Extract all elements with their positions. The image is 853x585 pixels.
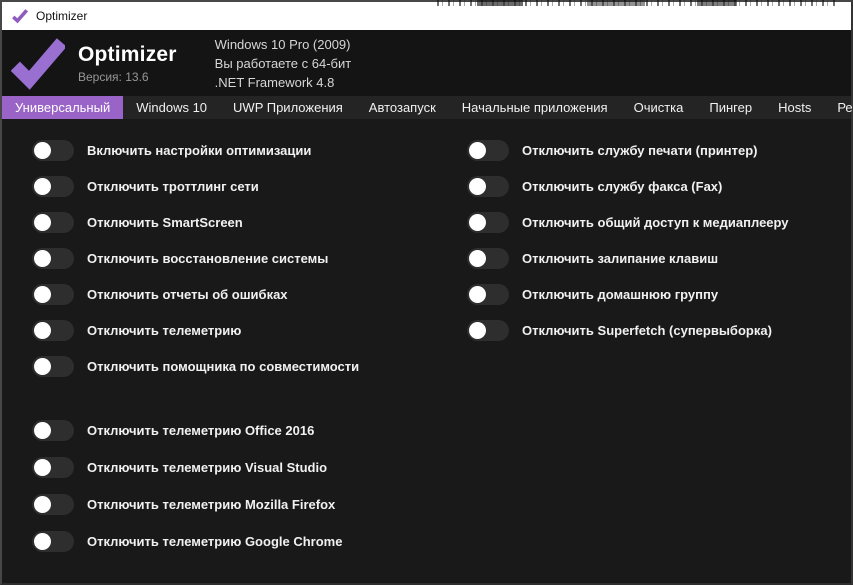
toggle-label: Отключить телеметрию Office 2016 — [87, 423, 314, 438]
tab-автозапуск[interactable]: Автозапуск — [356, 96, 449, 119]
toggle-knob — [34, 422, 51, 439]
toggles-right-column: Отключить службу печати (принтер) Отключ… — [467, 132, 851, 583]
toggle-knob — [469, 142, 486, 159]
toggle-row: Отключить телеметрию — [32, 312, 467, 348]
toggle-label: Отключить телеметрию Google Chrome — [87, 534, 342, 549]
toggle-switch[interactable] — [32, 140, 74, 161]
optimizer-window: Optimizer Optimizer Версия: 13.6 Windows… — [0, 0, 853, 585]
toggle-row: Отключить телеметрию Google Chrome — [32, 523, 467, 560]
toggle-label: Отключить SmartScreen — [87, 215, 243, 230]
system-info-os: Windows 10 Pro (2009) — [215, 35, 352, 54]
toggle-label: Отключить Superfetch (супервыборка) — [522, 323, 772, 338]
system-info: Windows 10 Pro (2009) Вы работаете с 64-… — [215, 35, 352, 92]
toggle-row: Отключить службу печати (принтер) — [467, 132, 851, 168]
toggle-row: Отключить троттлинг сети — [32, 168, 467, 204]
toggle-switch[interactable] — [32, 176, 74, 197]
toggle-switch[interactable] — [32, 494, 74, 515]
optimizer-logo-icon — [11, 36, 65, 90]
toggle-switch[interactable] — [467, 284, 509, 305]
titlebar[interactable]: Optimizer — [2, 2, 851, 30]
toggle-switch[interactable] — [32, 531, 74, 552]
toggle-switch[interactable] — [32, 212, 74, 233]
app-header: Optimizer Версия: 13.6 Windows 10 Pro (2… — [2, 30, 851, 96]
toggle-row: Отключить Superfetch (супервыборка) — [467, 312, 851, 348]
toggle-label: Отключить общий доступ к медиаплееру — [522, 215, 789, 230]
toggle-switch[interactable] — [32, 420, 74, 441]
toggle-knob — [34, 286, 51, 303]
toggle-switch[interactable] — [467, 212, 509, 233]
tab-bar: УниверсальныйWindows 10UWP ПриложенияАвт… — [2, 96, 851, 119]
toggles-left-column: Включить настройки оптимизации Отключить… — [2, 132, 467, 583]
toggle-row: Отключить общий доступ к медиаплееру — [467, 204, 851, 240]
toggle-row: Отключить телеметрию Visual Studio — [32, 449, 467, 486]
toggle-label: Отключить телеметрию Visual Studio — [87, 460, 327, 475]
app-name: Optimizer — [78, 43, 177, 67]
app-check-icon — [12, 8, 28, 24]
toggle-knob — [469, 286, 486, 303]
toggle-label: Отключить отчеты об ошибках — [87, 287, 288, 302]
toggle-row: Отключить телеметрию Office 2016 — [32, 412, 467, 449]
content-area: Включить настройки оптимизации Отключить… — [2, 119, 851, 583]
tab-windows-10[interactable]: Windows 10 — [123, 96, 220, 119]
toggle-row: Отключить помощника по совместимости — [32, 348, 467, 384]
toggle-label: Включить настройки оптимизации — [87, 143, 311, 158]
toggle-knob — [34, 358, 51, 375]
toggle-label: Отключить домашнюю группу — [522, 287, 718, 302]
toggle-switch[interactable] — [467, 140, 509, 161]
toggle-knob — [469, 250, 486, 267]
toggle-switch[interactable] — [32, 320, 74, 341]
toggle-row: Отключить телеметрию Mozilla Firefox — [32, 486, 467, 523]
toggle-row: Отключить отчеты об ошибках — [32, 276, 467, 312]
tab-реестр[interactable]: Реестр — [824, 96, 853, 119]
toggle-knob — [34, 533, 51, 550]
toggle-knob — [34, 214, 51, 231]
toggle-switch[interactable] — [32, 248, 74, 269]
tab-универсальный[interactable]: Универсальный — [2, 96, 123, 119]
toggle-label: Отключить восстановление системы — [87, 251, 328, 266]
toggle-row: Отключить домашнюю группу — [467, 276, 851, 312]
toggle-row: Отключить восстановление системы — [32, 240, 467, 276]
toggle-label: Отключить троттлинг сети — [87, 179, 259, 194]
group-gap — [32, 384, 467, 412]
tab-очистка[interactable]: Очистка — [621, 96, 697, 119]
toggle-knob — [469, 178, 486, 195]
toggle-label: Отключить службу факса (Fax) — [522, 179, 722, 194]
toggle-switch[interactable] — [32, 457, 74, 478]
toggle-knob — [34, 322, 51, 339]
toggle-knob — [34, 178, 51, 195]
toggle-knob — [34, 496, 51, 513]
toggle-switch[interactable] — [32, 284, 74, 305]
system-info-arch: Вы работаете с 64-бит — [215, 54, 352, 73]
toggle-knob — [469, 322, 486, 339]
clipped-background-window-artifact — [437, 0, 837, 6]
toggle-label: Отключить телеметрию Mozilla Firefox — [87, 497, 335, 512]
app-version: Версия: 13.6 — [78, 70, 177, 84]
tab-пингер[interactable]: Пингер — [696, 96, 765, 119]
toggle-label: Отключить службу печати (принтер) — [522, 143, 757, 158]
titlebar-title: Optimizer — [36, 9, 87, 23]
tab-начальные-приложения[interactable]: Начальные приложения — [449, 96, 621, 119]
toggle-knob — [469, 214, 486, 231]
system-info-framework: .NET Framework 4.8 — [215, 73, 352, 92]
tab-hosts[interactable]: Hosts — [765, 96, 824, 119]
toggle-knob — [34, 142, 51, 159]
toggle-row: Отключить SmartScreen — [32, 204, 467, 240]
toggle-switch[interactable] — [467, 248, 509, 269]
toggle-switch[interactable] — [32, 356, 74, 377]
toggle-row: Отключить залипание клавиш — [467, 240, 851, 276]
toggle-knob — [34, 250, 51, 267]
toggle-label: Отключить телеметрию — [87, 323, 241, 338]
toggle-switch[interactable] — [467, 176, 509, 197]
toggle-knob — [34, 459, 51, 476]
toggle-row: Отключить службу факса (Fax) — [467, 168, 851, 204]
toggle-label: Отключить залипание клавиш — [522, 251, 718, 266]
toggle-label: Отключить помощника по совместимости — [87, 359, 359, 374]
tab-uwp-приложения[interactable]: UWP Приложения — [220, 96, 356, 119]
toggle-row: Включить настройки оптимизации — [32, 132, 467, 168]
toggle-switch[interactable] — [467, 320, 509, 341]
